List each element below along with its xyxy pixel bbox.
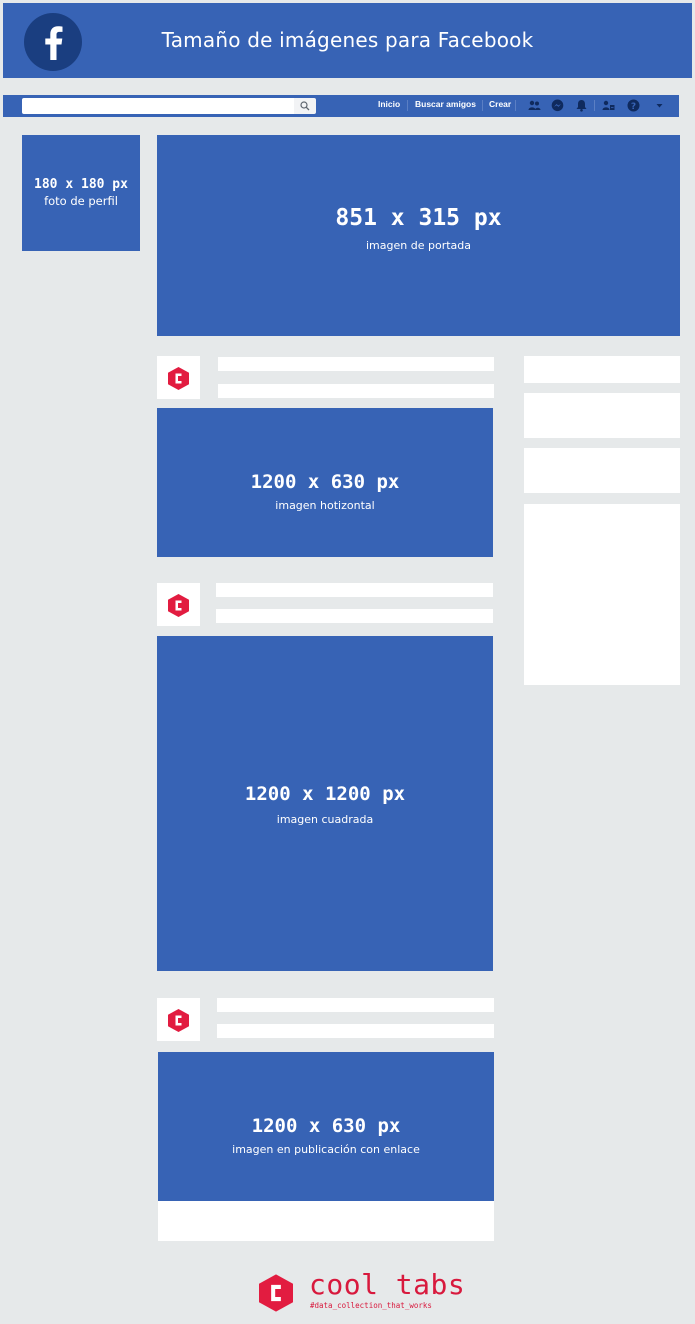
cover-photo-label: imagen de portada	[366, 239, 471, 252]
nav-link-inicio[interactable]: Inicio	[378, 99, 400, 109]
search-button[interactable]	[294, 98, 316, 114]
profile-photo-size: 180 x 180 px	[34, 177, 128, 192]
post-image-link: 1200 x 630 px imagen en publicación con …	[158, 1052, 494, 1201]
cooltabs-logo-icon	[168, 594, 189, 617]
help-icon[interactable]: ?	[627, 99, 640, 112]
post-author-line	[218, 357, 494, 371]
sidebar-card	[524, 448, 680, 493]
post-image-label: imagen en publicación con enlace	[232, 1143, 420, 1156]
nav-divider	[407, 100, 408, 111]
friend-requests-icon[interactable]	[602, 99, 615, 112]
post-avatar	[157, 583, 200, 626]
nav-link-crear[interactable]: Crear	[489, 99, 511, 109]
post-meta-line	[218, 384, 494, 398]
facebook-navbar: Inicio Buscar amigos Crear ?	[3, 95, 679, 117]
post-meta-line	[217, 1024, 494, 1038]
bell-icon[interactable]	[575, 99, 588, 112]
profile-photo-placeholder: 180 x 180 px foto de perfil	[22, 135, 140, 251]
messenger-icon[interactable]	[551, 99, 564, 112]
nav-divider	[515, 100, 516, 111]
sidebar-card	[524, 393, 680, 438]
sidebar-card	[524, 356, 680, 383]
brand-name: cool tabs	[309, 1268, 466, 1301]
post-image-label: imagen hotizontal	[275, 499, 375, 512]
post-image-size: 1200 x 630 px	[250, 471, 400, 493]
profile-photo-label: foto de perfil	[44, 194, 118, 208]
brand-tagline: #data_collection_that_works	[310, 1301, 432, 1310]
post-author-line	[216, 583, 493, 597]
cover-photo-size: 851 x 315 px	[335, 205, 502, 231]
post-image-square: 1200 x 1200 px imagen cuadrada	[157, 636, 493, 971]
friends-icon[interactable]	[528, 99, 541, 112]
nav-link-buscar-amigos[interactable]: Buscar amigos	[415, 99, 476, 109]
nav-divider	[482, 100, 483, 111]
post-meta-line	[216, 609, 493, 623]
header-banner: Tamaño de imágenes para Facebook	[3, 3, 692, 78]
caret-down-icon[interactable]	[653, 99, 666, 112]
post-author-line	[217, 998, 494, 1012]
post-image-label: imagen cuadrada	[276, 813, 374, 826]
search-input[interactable]	[22, 98, 294, 114]
post-avatar	[157, 356, 200, 399]
nav-divider	[594, 100, 595, 111]
post-image-size: 1200 x 630 px	[251, 1115, 401, 1137]
cover-photo-placeholder: 851 x 315 px imagen de portada	[157, 135, 680, 336]
post-image-size: 1200 x 1200 px	[244, 783, 406, 805]
link-preview-text-area	[158, 1201, 494, 1241]
sidebar-card	[524, 504, 680, 685]
cooltabs-logo-icon	[168, 1009, 189, 1032]
search-icon	[300, 101, 310, 111]
cooltabs-logo-icon	[168, 367, 189, 390]
cooltabs-logo-icon	[259, 1274, 293, 1317]
page-title: Tamaño de imágenes para Facebook	[161, 28, 534, 52]
post-avatar	[157, 998, 200, 1041]
post-image-horizontal: 1200 x 630 px imagen hotizontal	[157, 408, 493, 557]
svg-text:?: ?	[631, 102, 636, 112]
